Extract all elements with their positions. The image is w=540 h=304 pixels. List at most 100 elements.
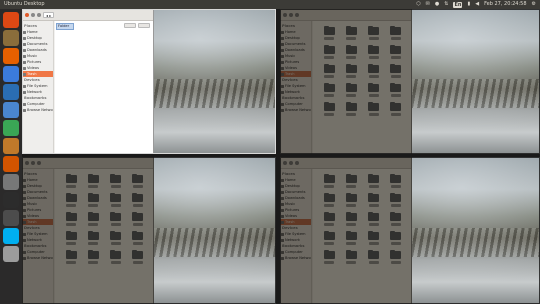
folder-item[interactable] [127,249,149,264]
folder-item[interactable] [385,25,407,40]
folder-item[interactable] [318,192,340,207]
close-icon[interactable] [283,160,287,165]
selected-file[interactable]: Folder [56,23,74,30]
folder-item[interactable] [82,211,104,226]
terminal-icon[interactable] [3,192,19,208]
folder-item[interactable] [127,173,149,188]
folder-item[interactable] [60,230,82,245]
folder-item[interactable] [318,25,340,40]
mail-icon[interactable]: ✉ [426,0,430,9]
network-icon[interactable]: ⇅ [444,0,448,9]
maximize-icon[interactable] [37,12,41,17]
folder-item[interactable] [318,63,340,78]
clock[interactable]: Feb 27, 20:24:58 [484,0,526,9]
folder-item[interactable] [385,211,407,226]
path-bar-button[interactable]: ◂ ▸ [43,11,55,18]
files-icon[interactable] [3,30,19,46]
workspace-2[interactable]: Places Home Desktop Documents Downloads Music… [280,9,540,154]
folder-item[interactable] [318,211,340,226]
maximize-icon[interactable] [37,160,41,165]
volume-icon[interactable]: ◀ [475,0,479,9]
folder-item[interactable] [318,82,340,97]
file-manager-window[interactable]: ◂ ▸ Places Home Desktop Documents Downloads M… [22,9,154,154]
folder-item[interactable] [318,173,340,188]
folder-item[interactable] [340,173,362,188]
dash-home-icon[interactable] [3,12,19,28]
folder-item[interactable] [105,173,127,188]
folder-item[interactable] [385,82,407,97]
folder-item[interactable] [340,25,362,40]
folder-item[interactable] [385,44,407,59]
minimize-icon[interactable] [289,160,293,165]
folder-item[interactable] [363,25,385,40]
folder-item[interactable] [340,82,362,97]
folder-item[interactable] [60,211,82,226]
folder-item[interactable] [363,44,385,59]
folder-item[interactable] [385,249,407,264]
skype-icon[interactable] [3,228,19,244]
folder-item[interactable] [363,101,385,116]
folder-item[interactable] [82,230,104,245]
dropbox-icon[interactable]: ⬡ [416,0,420,9]
folder-item[interactable] [340,230,362,245]
sidebar-item[interactable]: Browse Network [22,107,53,113]
folder-item[interactable] [363,230,385,245]
folder-item[interactable] [127,192,149,207]
folder-item[interactable] [82,249,104,264]
file-view[interactable] [313,21,411,154]
folder-item[interactable] [127,211,149,226]
folder-item[interactable] [363,82,385,97]
folder-item[interactable] [82,173,104,188]
keyboard-layout-indicator[interactable]: En [453,1,463,8]
folder-item[interactable] [105,230,127,245]
firefox-icon[interactable] [3,48,19,64]
folder-item[interactable] [340,44,362,59]
folder-item[interactable] [318,44,340,59]
folder-item[interactable] [318,249,340,264]
file-view[interactable] [55,169,153,304]
folder-item[interactable] [340,101,362,116]
folder-item[interactable] [60,192,82,207]
folder-item[interactable] [385,173,407,188]
folder-item[interactable] [82,192,104,207]
folder-item[interactable] [363,173,385,188]
chromium-icon[interactable] [3,66,19,82]
libreoffice-calc-icon[interactable] [3,120,19,136]
libreoffice-writer-icon[interactable] [3,102,19,118]
folder-item[interactable] [340,249,362,264]
sidebar-item[interactable]: Browse Network [280,107,311,113]
folder-item[interactable] [363,249,385,264]
settings-icon[interactable] [3,174,19,190]
minimize-icon[interactable] [289,12,293,17]
file-manager-window[interactable]: Places Home Desktop Documents Downloads Music… [280,157,412,304]
folder-item[interactable] [385,101,407,116]
folder-item[interactable] [363,192,385,207]
folder-item[interactable] [318,230,340,245]
sidebar-item[interactable]: Browse Network [280,255,311,261]
maximize-icon[interactable] [295,160,299,165]
folder-item[interactable] [340,192,362,207]
file-manager-window[interactable]: Places Home Desktop Documents Downloads Music… [22,157,154,304]
workspace-1[interactable]: ◂ ▸ Places Home Desktop Documents Downloads M… [22,9,276,154]
chat-icon[interactable]: ● [435,0,439,9]
folder-item[interactable] [340,63,362,78]
folder-item[interactable] [105,249,127,264]
folder-item[interactable] [385,192,407,207]
file-view[interactable] [313,169,411,304]
folder-item[interactable] [363,211,385,226]
folder-item[interactable] [340,211,362,226]
folder-item[interactable] [385,230,407,245]
trash-icon[interactable] [3,246,19,262]
minimize-icon[interactable] [31,160,35,165]
session-gear-icon[interactable]: ⚙ [532,0,536,9]
sidebar-item[interactable]: Browse Network [22,255,53,261]
folder-item[interactable] [60,173,82,188]
workspace-4[interactable]: Places Home Desktop Documents Downloads Music… [280,157,540,304]
folder-item[interactable] [105,192,127,207]
battery-icon[interactable]: ▮ [467,0,470,9]
folder-item[interactable] [363,63,385,78]
minimize-icon[interactable] [31,12,35,17]
file-manager-window[interactable]: Places Home Desktop Documents Downloads Music… [280,9,412,154]
folder-item[interactable] [385,63,407,78]
view-button[interactable] [138,23,150,28]
